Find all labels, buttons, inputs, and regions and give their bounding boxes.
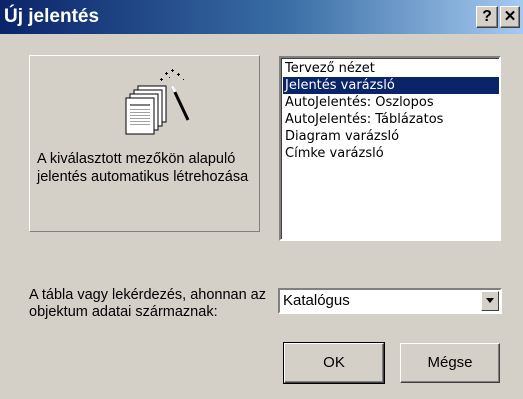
report-type-description: A kiválasztott mezőkön alapuló jelentés …: [37, 151, 249, 185]
dropdown-arrow-button[interactable]: [481, 291, 499, 311]
source-select-value[interactable]: Katalógus: [283, 292, 350, 309]
list-item-design-view[interactable]: Tervező nézet: [283, 60, 499, 77]
list-item-label-wizard[interactable]: Címke varázsló: [283, 145, 499, 162]
report-type-list[interactable]: Tervező nézet Jelentés varázsló AutoJele…: [279, 56, 501, 241]
help-button[interactable]: ?: [476, 6, 498, 28]
close-icon[interactable]: ✕: [504, 8, 517, 25]
title-bar[interactable]: Új jelentés ? ✕: [0, 0, 523, 34]
preview-panel: A kiválasztott mezőkön alapuló jelentés …: [29, 55, 260, 232]
source-select[interactable]: Katalógus: [278, 288, 502, 314]
new-report-dialog: Új jelentés ? ✕ A kiválasztott mezőkön a…: [0, 0, 523, 399]
list-item-chart-wizard[interactable]: Diagram varázsló: [283, 128, 499, 145]
list-item-autoreport-tabular[interactable]: AutoJelentés: Táblázatos: [283, 111, 499, 128]
window-title: Új jelentés: [4, 6, 100, 27]
list-item-autoreport-columnar[interactable]: AutoJelentés: Oszlopos: [283, 94, 499, 111]
report-wizard-icon: [125, 69, 190, 135]
chevron-down-icon: [486, 298, 494, 303]
cancel-button[interactable]: Mégse: [400, 343, 500, 383]
close-button[interactable]: ✕: [500, 6, 520, 28]
source-label: A tábla vagy lekérdezés, ahonnan az obje…: [29, 287, 266, 320]
ok-button[interactable]: OK: [283, 342, 385, 384]
list-item-report-wizard[interactable]: Jelentés varázsló: [283, 77, 499, 94]
